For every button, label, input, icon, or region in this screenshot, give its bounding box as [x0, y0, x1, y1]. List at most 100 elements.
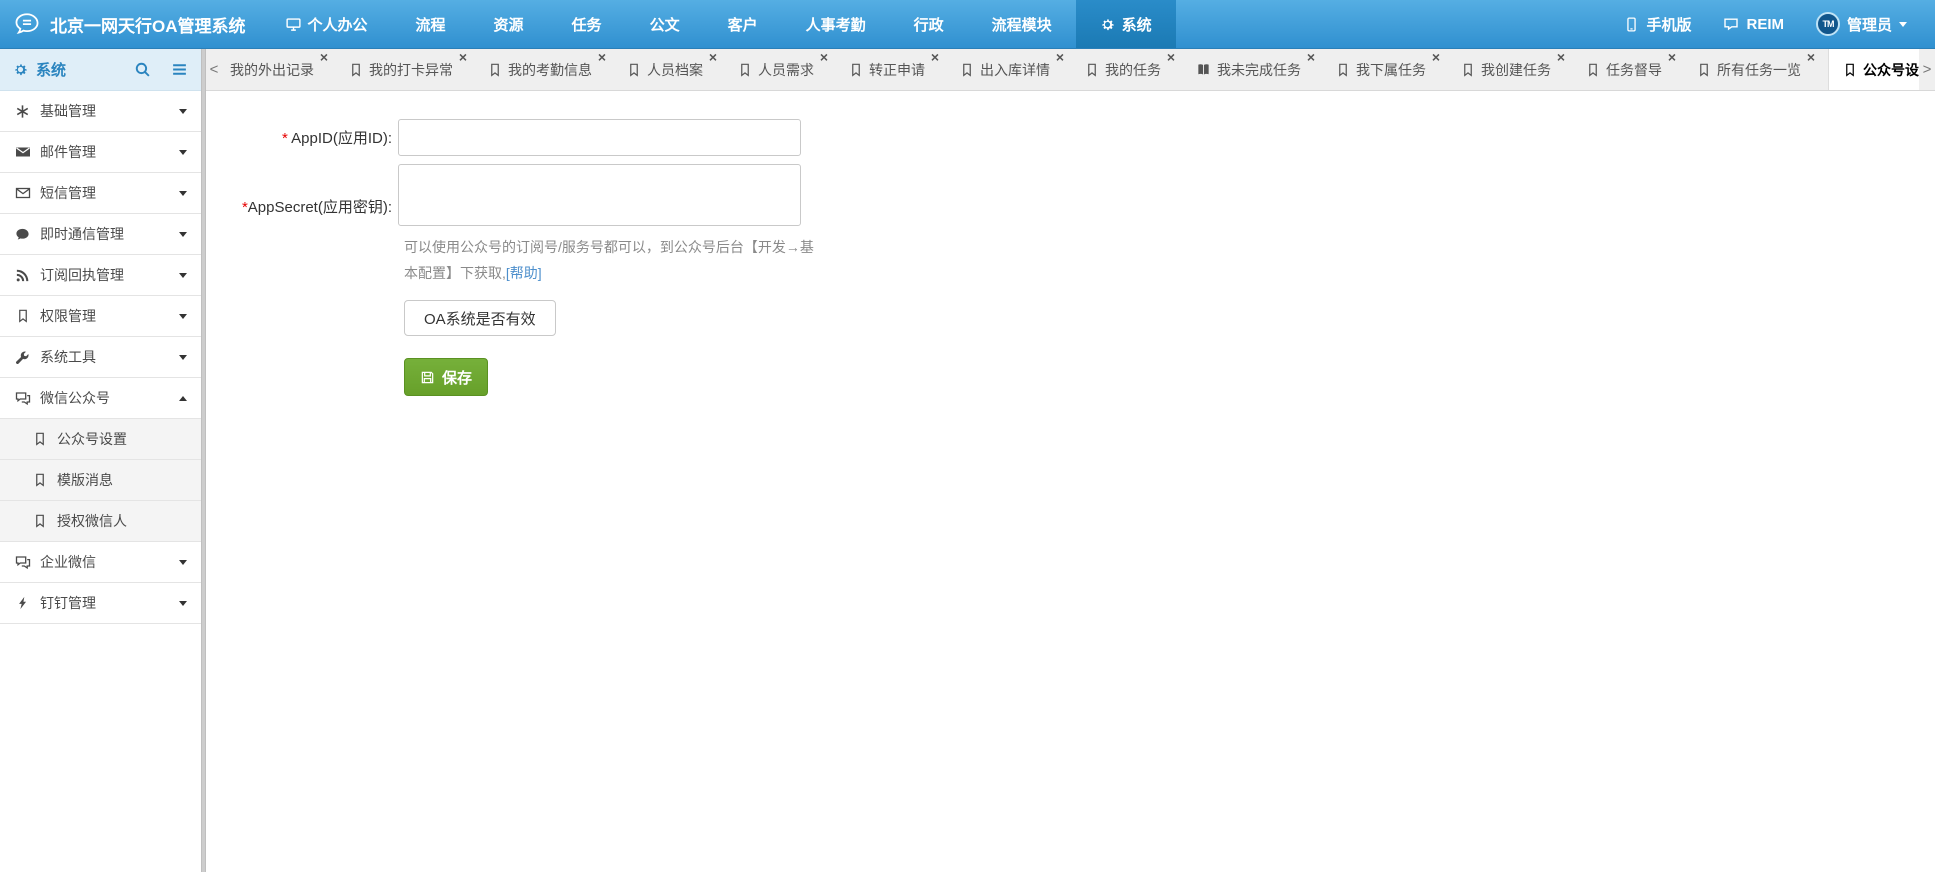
nav-item-1[interactable]: 流程: [392, 0, 470, 48]
chat-bubble-logo-icon: [14, 11, 40, 37]
sidebar-item-11[interactable]: 企业微信: [0, 542, 201, 583]
nav-item-label: 人事考勤: [806, 14, 866, 35]
tab-close-icon[interactable]: ×: [1668, 50, 1676, 64]
tab-7[interactable]: 我的任务×: [1077, 49, 1178, 90]
tab-8[interactable]: 我未完成任务 ×: [1188, 49, 1318, 90]
sidebar-item-label: 企业微信: [40, 552, 96, 572]
nav-item-8[interactable]: 流程模块: [968, 0, 1076, 48]
oa-validity-button[interactable]: OA系统是否有效: [404, 300, 556, 336]
nav-item-label: 客户: [728, 14, 758, 35]
tab-2[interactable]: 我的考勤信息×: [480, 49, 609, 90]
nav-item-9[interactable]: 系统: [1076, 0, 1176, 48]
tab-11[interactable]: 任务督导×: [1578, 49, 1679, 90]
tab-scroll-right-icon[interactable]: >: [1919, 49, 1935, 90]
floppy-icon: [420, 370, 435, 385]
sidebar-item-3[interactable]: 即时通信管理: [0, 214, 201, 255]
tab-close-icon[interactable]: ×: [320, 50, 328, 64]
tab-close-icon[interactable]: ×: [459, 50, 467, 64]
bars-icon[interactable]: [171, 61, 188, 78]
tab-close-icon[interactable]: ×: [709, 50, 717, 64]
sidebar-item-label: 模版消息: [57, 470, 113, 490]
tab-12[interactable]: 所有任务一览×: [1689, 49, 1818, 90]
tab-close-icon[interactable]: ×: [598, 50, 606, 64]
appsecret-textarea[interactable]: [398, 164, 801, 226]
nav-item-7[interactable]: 行政: [890, 0, 968, 48]
tab-close-icon[interactable]: ×: [1557, 50, 1565, 64]
chat-icon: [1723, 16, 1739, 32]
user-menu[interactable]: TM 管理员: [1800, 12, 1923, 36]
tab-close-icon[interactable]: ×: [1307, 50, 1315, 64]
nav-item-0[interactable]: 个人办公: [262, 0, 392, 48]
nav-item-2[interactable]: 资源: [470, 0, 548, 48]
caret-down-icon: [179, 232, 187, 237]
nav-item-3[interactable]: 任务: [548, 0, 626, 48]
tab-label: 我未完成任务: [1217, 60, 1301, 80]
save-button[interactable]: 保存: [404, 358, 488, 396]
tab-label: 我的外出记录: [230, 60, 314, 80]
nav-item-label: 个人办公: [308, 14, 368, 35]
sidebar-item-7[interactable]: 微信公众号: [0, 378, 201, 419]
sidebar-item-label: 短信管理: [40, 183, 96, 203]
gear-icon: [1100, 17, 1115, 32]
mail-filled-icon: [14, 144, 31, 160]
content-panel: * AppID(应用ID): *AppSecret(应用密钥): 可以使用公众号…: [206, 91, 1935, 872]
nav-item-label: 流程: [416, 14, 446, 35]
sidebar-item-label: 即时通信管理: [40, 224, 124, 244]
tab-1[interactable]: 我的打卡异常×: [341, 49, 470, 90]
bookmark-icon: [31, 473, 48, 487]
tab-close-icon[interactable]: ×: [1167, 50, 1175, 64]
sidebar-item-6[interactable]: 系统工具: [0, 337, 201, 378]
tab-close-icon[interactable]: ×: [820, 50, 828, 64]
sidebar-item-1[interactable]: 邮件管理: [0, 132, 201, 173]
tab-0[interactable]: 我的外出记录 ×: [222, 49, 331, 90]
app-body: 系统 基础管理邮件管理短信管理即时通信管理订阅回执管理权限管理系统工具微信公众号…: [0, 49, 1935, 872]
required-marker: *: [282, 130, 288, 147]
nav-item-6[interactable]: 人事考勤: [782, 0, 890, 48]
appid-label: * AppID(应用ID):: [206, 127, 398, 148]
caret-up-icon: [179, 396, 187, 401]
tab-label: 转正申请: [869, 60, 925, 80]
sidebar-item-label: 微信公众号: [40, 388, 110, 408]
monitor-icon: [286, 17, 301, 32]
tabs-container: 我的外出记录×我的打卡异常×我的考勤信息×人员档案×人员需求×转正申请×出入库详…: [222, 49, 1919, 90]
sidebar-item-0[interactable]: 基础管理: [0, 91, 201, 132]
sidebar-item-label: 权限管理: [40, 306, 96, 326]
sidebar-item-8[interactable]: 公众号设置: [0, 419, 201, 460]
tab-close-icon[interactable]: ×: [1432, 50, 1440, 64]
tab-scroll-left-icon[interactable]: <: [206, 49, 222, 90]
sidebar-item-4[interactable]: 订阅回执管理: [0, 255, 201, 296]
navbar-right: 手机版 REIM TM 管理员: [1608, 0, 1935, 48]
tab-3[interactable]: 人员档案×: [619, 49, 720, 90]
mobile-version-label: 手机版: [1646, 14, 1691, 35]
appsecret-hint: 可以使用公众号的订阅号/服务号都可以，到公众号后台【开发→基本配置】下获取,[帮…: [404, 234, 822, 286]
appid-input[interactable]: [398, 119, 801, 156]
caret-down-icon: [179, 273, 187, 278]
sidebar-item-12[interactable]: 钉钉管理: [0, 583, 201, 624]
tab-close-icon[interactable]: ×: [1807, 50, 1815, 64]
sidebar-item-2[interactable]: 短信管理: [0, 173, 201, 214]
bookmark-icon: [1461, 63, 1475, 77]
tab-13[interactable]: 公众号设置: [1828, 49, 1919, 90]
nav-item-5[interactable]: 客户: [704, 0, 782, 48]
tab-4[interactable]: 人员需求×: [730, 49, 831, 90]
sidebar-item-5[interactable]: 权限管理: [0, 296, 201, 337]
tab-5[interactable]: 转正申请 ×: [841, 49, 942, 90]
tab-label: 我下属任务: [1356, 60, 1426, 80]
user-avatar: TM: [1816, 12, 1840, 36]
rss-icon: [14, 268, 31, 283]
sidebar-item-9[interactable]: 模版消息: [0, 460, 201, 501]
nav-item-label: 流程模块: [992, 14, 1052, 35]
search-icon[interactable]: [134, 61, 151, 78]
sidebar-item-10[interactable]: 授权微信人: [0, 501, 201, 542]
app-brand: 北京一网天行OA管理系统: [0, 0, 262, 48]
bookmark-icon: [1085, 63, 1099, 77]
nav-item-4[interactable]: 公文: [626, 0, 704, 48]
tab-6[interactable]: 出入库详情×: [952, 49, 1067, 90]
tab-close-icon[interactable]: ×: [1056, 50, 1064, 64]
mobile-version-button[interactable]: 手机版: [1608, 14, 1707, 35]
tab-close-icon[interactable]: ×: [931, 50, 939, 64]
help-link[interactable]: [帮助]: [506, 265, 542, 281]
tab-10[interactable]: 我创建任务×: [1453, 49, 1568, 90]
tab-9[interactable]: 我下属任务 ×: [1328, 49, 1443, 90]
reim-button[interactable]: REIM: [1707, 16, 1800, 33]
